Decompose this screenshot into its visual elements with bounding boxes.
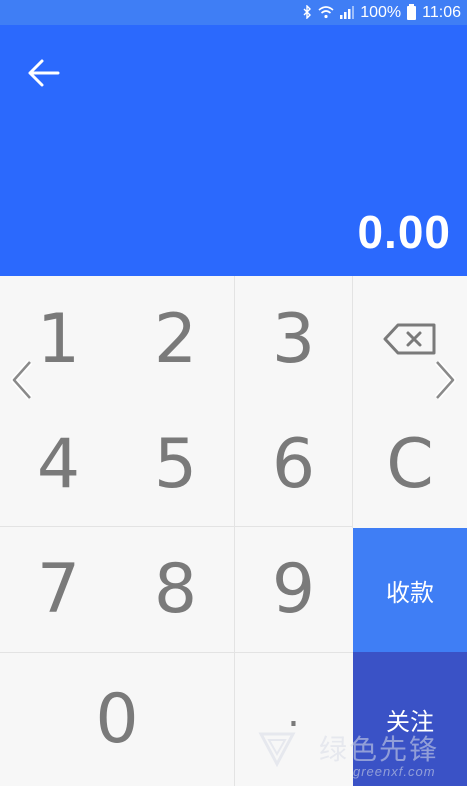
back-button[interactable] <box>22 53 66 93</box>
key-5[interactable]: 5 <box>117 402 234 526</box>
key-0[interactable]: 0 <box>0 653 234 786</box>
keypad: 1 2 3 4 5 6 C 7 8 9 0 . 收款 关注 <box>0 276 467 786</box>
chevron-right-icon <box>434 360 456 400</box>
key-decimal[interactable]: . <box>235 653 352 786</box>
backspace-icon <box>383 323 436 355</box>
bluetooth-icon <box>302 3 312 21</box>
key-2[interactable]: 2 <box>117 276 234 402</box>
amount-header: 0.00 <box>0 25 467 276</box>
amount-display: 0.00 <box>357 206 451 258</box>
battery-icon <box>407 3 417 20</box>
key-8[interactable]: 8 <box>117 527 234 652</box>
prev-arrow[interactable] <box>8 358 34 402</box>
arrow-left-icon <box>28 59 60 87</box>
clear-button[interactable]: C <box>353 402 467 526</box>
key-7[interactable]: 7 <box>0 527 117 652</box>
follow-button[interactable]: 关注 <box>353 652 467 786</box>
key-6[interactable]: 6 <box>235 402 352 526</box>
chevron-left-icon <box>11 360 33 400</box>
battery-percent: 100% <box>360 3 402 21</box>
status-bar: 100% 11:06 <box>0 0 467 25</box>
wifi-icon <box>318 5 334 21</box>
clock: 11:06 <box>422 3 461 21</box>
key-3[interactable]: 3 <box>235 276 352 402</box>
key-4[interactable]: 4 <box>0 402 117 526</box>
key-9[interactable]: 9 <box>235 527 352 652</box>
signal-icon <box>340 5 355 21</box>
collect-payment-button[interactable]: 收款 <box>353 528 467 652</box>
next-arrow[interactable] <box>433 358 459 402</box>
